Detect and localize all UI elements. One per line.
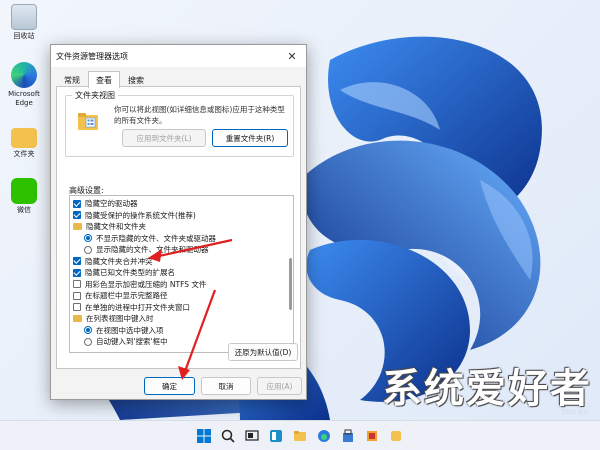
advanced-setting-label: 在标题栏中显示完整路径: [85, 291, 168, 300]
taskbar: [0, 420, 600, 450]
edge-icon: [11, 62, 37, 88]
tab-strip: 常规 查看 搜索: [56, 71, 152, 88]
advanced-list-scrollbar[interactable]: [289, 198, 292, 349]
desktop-icon-wechat[interactable]: 微信: [4, 178, 44, 215]
folder-view-group: 文件夹视图 你可以将此视图(如详细信息或图标)应用于这种类型的所有文件夹。 应用…: [65, 90, 294, 157]
apply-to-folders-button[interactable]: 应用到文件夹(L): [122, 129, 206, 147]
app-taskbar-button[interactable]: [364, 428, 380, 444]
advanced-setting-label: 隐藏已知文件类型的扩展名: [85, 268, 175, 277]
scroll-thumb[interactable]: [289, 258, 292, 310]
folder-view-legend: 文件夹视图: [72, 90, 118, 101]
advanced-setting-label: 隐藏空的驱动器: [85, 199, 138, 208]
advanced-setting-row[interactable]: 隐藏已知文件类型的扩展名: [73, 267, 175, 278]
store-taskbar-button[interactable]: [340, 428, 356, 444]
desktop-icon-label: 微信: [17, 206, 31, 214]
advanced-setting-row[interactable]: 在单独的进程中打开文件夹窗口: [73, 302, 190, 313]
tab-search[interactable]: 搜索: [120, 71, 152, 87]
checkbox-unchecked-icon: [73, 280, 81, 288]
dialog-titlebar[interactable]: 文件资源管理器选项 ✕: [51, 45, 306, 67]
advanced-setting-label: 隐藏文件夹合并冲突: [85, 256, 153, 266]
desktop-icon-recycle-bin[interactable]: 回收站: [4, 4, 44, 41]
radio-selected-icon: [84, 234, 92, 242]
task-view-button[interactable]: [244, 428, 260, 444]
advanced-setting-label: 在列表视图中键入时: [86, 314, 154, 323]
advanced-setting-row[interactable]: 隐藏文件夹合并冲突: [73, 256, 153, 267]
advanced-setting-row[interactable]: 显示隐藏的文件、文件夹和驱动器: [84, 244, 209, 255]
widgets-button[interactable]: [268, 428, 284, 444]
advanced-setting-label: 隐藏文件和文件夹: [86, 222, 146, 231]
desktop-icon-folder[interactable]: 文件夹: [4, 124, 44, 159]
radio-unselected-icon: [84, 245, 92, 254]
advanced-setting-label: 在视图中选中键入项: [96, 325, 164, 335]
checkbox-checked-icon: [73, 268, 81, 277]
dialog-title: 文件资源管理器选项: [56, 51, 128, 61]
advanced-setting-row: 在列表视图中键入时: [73, 313, 154, 324]
task-view-icon: [245, 429, 259, 441]
app-icon-2: [391, 430, 401, 441]
advanced-setting-row[interactable]: 隐藏受保护的操作系统文件(推荐): [73, 210, 196, 221]
folder-icon: [294, 430, 306, 441]
desktop-icon-label: 回收站: [13, 32, 35, 40]
advanced-settings-list[interactable]: 隐藏空的驱动器隐藏受保护的操作系统文件(推荐) 隐藏文件和文件夹不显示隐藏的文件、…: [69, 195, 294, 353]
advanced-setting-label: 在单独的进程中打开文件夹窗口: [85, 302, 190, 312]
folder-icon: [73, 223, 82, 230]
restore-defaults-button[interactable]: 还原为默认值(D): [228, 343, 298, 361]
ok-button[interactable]: 确定: [144, 377, 195, 395]
checkbox-checked-icon: [73, 257, 81, 265]
advanced-setting-row[interactable]: 在标题栏中显示完整路径: [73, 290, 168, 301]
folder-view-icon: [78, 113, 98, 130]
desktop-icon-label: Microsoft Edge: [8, 90, 40, 107]
advanced-setting-label: 显示隐藏的文件、文件夹和驱动器: [96, 245, 209, 254]
folder-icon: [73, 315, 82, 322]
advanced-setting-label: 用彩色显示加密或压缩的 NTFS 文件: [85, 279, 207, 289]
edge-icon: [318, 429, 330, 442]
checkbox-unchecked-icon: [73, 303, 81, 311]
checkbox-unchecked-icon: [73, 291, 81, 300]
taskbar-search-button[interactable]: [220, 428, 236, 444]
reset-folders-button[interactable]: 重置文件夹(R): [212, 129, 288, 147]
checkbox-checked-icon: [73, 211, 81, 219]
radio-unselected-icon: [84, 337, 92, 346]
advanced-setting-row[interactable]: 在视图中选中键入项: [84, 325, 164, 336]
recycle-bin-icon: [11, 4, 37, 30]
watermark: 系统爱好者: [382, 365, 592, 412]
store-icon: [343, 429, 353, 442]
view-tab-panel: 文件夹视图 你可以将此视图(如详细信息或图标)应用于这种类型的所有文件夹。 应用…: [56, 86, 301, 369]
advanced-setting-row[interactable]: 自动键入到'搜索'框中: [84, 336, 168, 347]
advanced-setting-label: 自动键入到'搜索'框中: [96, 337, 168, 346]
folder-view-description: 你可以将此视图(如详细信息或图标)应用于这种类型的所有文件夹。: [114, 105, 285, 125]
edge-taskbar-button[interactable]: [316, 428, 332, 444]
folder-icon: [11, 128, 37, 148]
tab-general[interactable]: 常规: [56, 71, 88, 87]
folder-options-dialog: 文件资源管理器选项 ✕ 常规 查看 搜索 文件夹视图 你可以将此视图(如详细信息…: [50, 44, 307, 400]
wechat-icon: [11, 178, 37, 204]
radio-selected-icon: [84, 326, 92, 334]
advanced-setting-row[interactable]: 用彩色显示加密或压缩的 NTFS 文件: [73, 279, 206, 290]
app-taskbar-button-2[interactable]: [388, 428, 404, 444]
advanced-setting-row[interactable]: 隐藏空的驱动器: [73, 198, 138, 209]
cancel-button[interactable]: 取消: [201, 377, 251, 395]
tab-view[interactable]: 查看: [88, 71, 120, 88]
desktop-icon-label: 文件夹: [13, 150, 35, 158]
windows-logo-icon: [197, 428, 211, 443]
desktop-icon-edge[interactable]: Microsoft Edge: [4, 62, 44, 108]
advanced-setting-label: 不显示隐藏的文件、文件夹或驱动器: [96, 233, 216, 243]
checkbox-checked-icon: [73, 199, 81, 208]
close-button[interactable]: ✕: [278, 45, 306, 67]
app-icon: [367, 430, 377, 441]
watermark-date: 2021.0.0: [561, 409, 588, 416]
file-explorer-taskbar-button[interactable]: [292, 428, 308, 444]
advanced-setting-row: 隐藏文件和文件夹: [73, 221, 146, 232]
advanced-setting-row[interactable]: 不显示隐藏的文件、文件夹或驱动器: [84, 233, 216, 244]
start-button[interactable]: [196, 428, 212, 444]
widgets-icon: [270, 429, 282, 442]
apply-button[interactable]: 应用(A): [257, 377, 302, 395]
close-icon: ✕: [287, 49, 297, 63]
search-icon: [221, 429, 235, 443]
advanced-setting-label: 隐藏受保护的操作系统文件(推荐): [85, 210, 196, 220]
